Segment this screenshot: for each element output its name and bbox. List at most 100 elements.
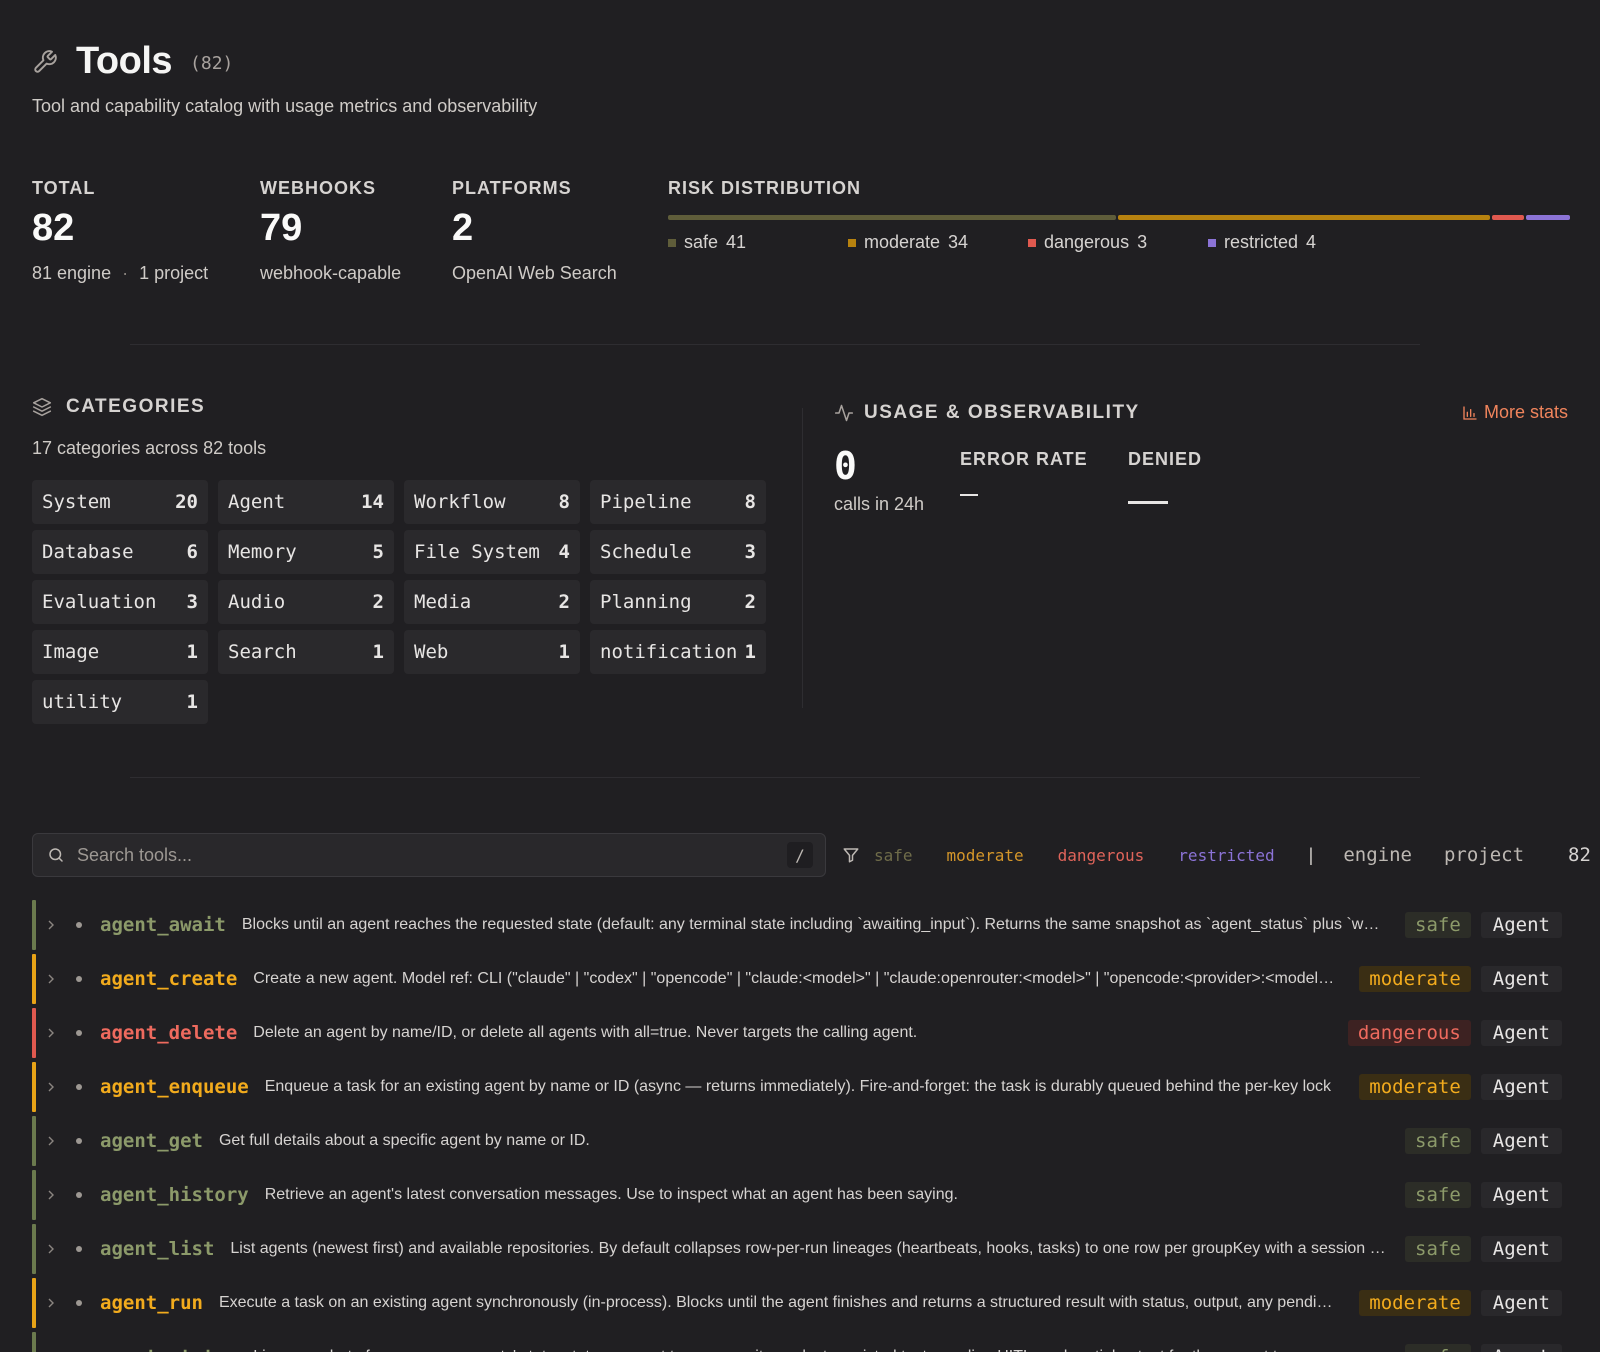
- filter-moderate[interactable]: moderate: [947, 846, 1024, 865]
- tool-row[interactable]: agent_enqueue Enqueue a task for an exist…: [32, 1060, 1568, 1114]
- category-count: 1: [558, 641, 570, 663]
- tool-row[interactable]: agent_create Create a new agent. Model re…: [32, 952, 1568, 1006]
- legend-label: restricted: [1224, 232, 1299, 252]
- search-box[interactable]: /: [32, 833, 826, 877]
- tool-name[interactable]: agent_enqueue: [100, 1076, 249, 1098]
- category-name: Workflow: [414, 491, 506, 513]
- chevron-right-icon[interactable]: [46, 1244, 56, 1254]
- more-stats-link[interactable]: More stats: [1462, 402, 1568, 423]
- category-count: 1: [186, 691, 198, 713]
- filter-dangerous[interactable]: dangerous: [1058, 846, 1145, 865]
- usage-header: USAGE & OBSERVABILITY: [834, 402, 1140, 424]
- chevron-right-icon[interactable]: [46, 1028, 56, 1038]
- legend-count: 3: [1137, 232, 1148, 252]
- tool-name[interactable]: agent_create: [100, 968, 237, 990]
- risk-indicator: [32, 954, 36, 1004]
- tool-name[interactable]: agent_await: [100, 914, 226, 936]
- risk-legend: safe 41 moderate 34 dangerous 3 restricted 4: [668, 232, 1570, 262]
- category-badge: Agent: [1480, 1182, 1562, 1208]
- category-count: 1: [186, 641, 198, 663]
- filter-safe[interactable]: safe: [874, 846, 913, 865]
- categories-subtitle: 17 categories across 82 tools: [32, 438, 267, 458]
- category-name: Media: [414, 591, 472, 613]
- category-chip[interactable]: Pipeline 8: [590, 480, 766, 524]
- filtered-count: 82: [1568, 844, 1591, 866]
- category-name: Memory: [228, 541, 297, 563]
- status-dot: [76, 1138, 82, 1144]
- category-count: 1: [372, 641, 384, 663]
- filter-bar: safe moderate dangerous restricted | engine pr…: [842, 840, 1591, 870]
- tool-name[interactable]: agent_run: [100, 1292, 203, 1314]
- stat-webhooks: WEBHOOKS 79 webhook-capable: [260, 178, 401, 284]
- chevron-right-icon[interactable]: [46, 1136, 56, 1146]
- legend-count: 34: [948, 232, 969, 252]
- tool-name[interactable]: agent_list: [100, 1238, 214, 1260]
- chevron-right-icon[interactable]: [46, 1082, 56, 1092]
- tool-row[interactable]: agent_list List agents (newest first) and…: [32, 1222, 1568, 1276]
- category-chip[interactable]: utility 1: [32, 680, 208, 724]
- category-chip[interactable]: Search 1: [218, 630, 394, 674]
- tool-row[interactable]: agent_await Blocks until an agent reaches…: [32, 898, 1568, 952]
- status-dot: [76, 1300, 82, 1306]
- stat-total: TOTAL 82 81 engine · 1 project: [32, 178, 208, 284]
- chevron-right-icon[interactable]: [46, 1298, 56, 1308]
- chevron-right-icon[interactable]: [46, 1190, 56, 1200]
- tool-count: (82): [190, 53, 234, 74]
- tool-description: Retrieve an agent's latest conversation …: [264, 1186, 958, 1203]
- category-badge: Agent: [1480, 1020, 1562, 1046]
- filter-engine[interactable]: engine: [1343, 844, 1412, 866]
- category-chip[interactable]: Web 1: [404, 630, 580, 674]
- category-chip[interactable]: Evaluation 3: [32, 580, 208, 624]
- tool-description: List agents (newest first) and available…: [230, 1240, 1388, 1257]
- risk-legend-safe: safe 41: [668, 232, 746, 253]
- risk-indicator: [32, 1332, 36, 1352]
- category-chip[interactable]: Planning 2: [590, 580, 766, 624]
- tool-row[interactable]: agent_get Get full details about a specif…: [32, 1114, 1568, 1168]
- category-chip[interactable]: Schedule 3: [590, 530, 766, 574]
- risk-bar: [668, 215, 1570, 220]
- category-name: Schedule: [600, 541, 692, 563]
- categories-title: CATEGORIES: [66, 396, 206, 417]
- category-name: Audio: [228, 591, 286, 613]
- category-name: notification: [600, 641, 738, 663]
- category-chip[interactable]: Workflow 8: [404, 480, 580, 524]
- filter-restricted[interactable]: restricted: [1178, 846, 1274, 865]
- tool-list: agent_await Blocks until an agent reaches…: [32, 898, 1568, 1352]
- category-chip[interactable]: notification 1: [590, 630, 766, 674]
- tool-name[interactable]: agent_status: [100, 1346, 237, 1352]
- category-chip[interactable]: Media 2: [404, 580, 580, 624]
- chevron-right-icon[interactable]: [46, 974, 56, 984]
- search-input[interactable]: [77, 844, 787, 866]
- tool-row[interactable]: agent_delete Delete an agent by name/ID, …: [32, 1006, 1568, 1060]
- category-chip[interactable]: Agent 14: [218, 480, 394, 524]
- tool-row[interactable]: agent_history Retrieve an agent's latest …: [32, 1168, 1568, 1222]
- tool-name[interactable]: agent_delete: [100, 1022, 237, 1044]
- category-count: 4: [558, 541, 570, 563]
- tool-description: Blocks until an agent reaches the reques…: [241, 916, 1387, 933]
- category-count: 5: [372, 541, 384, 563]
- page-title: Tools: [76, 40, 173, 82]
- legend-label: safe: [684, 232, 719, 252]
- tool-name[interactable]: agent_get: [100, 1130, 203, 1152]
- category-count: 6: [186, 541, 198, 563]
- risk-label: RISK DISTRIBUTION: [668, 178, 862, 198]
- more-stats-label: More stats: [1483, 402, 1568, 422]
- risk-badge: dangerous: [1347, 1020, 1471, 1046]
- denied-empty: [1128, 501, 1168, 504]
- chevron-right-icon[interactable]: [46, 920, 56, 930]
- section-divider: [130, 777, 1420, 778]
- filter-separator: |: [1308, 844, 1314, 865]
- category-name: Agent: [228, 491, 286, 513]
- category-chip[interactable]: Database 6: [32, 530, 208, 574]
- category-chip[interactable]: Image 1: [32, 630, 208, 674]
- category-chip[interactable]: File System 4: [404, 530, 580, 574]
- category-chip[interactable]: System 20: [32, 480, 208, 524]
- tool-name[interactable]: agent_history: [100, 1184, 249, 1206]
- filter-project[interactable]: project: [1444, 844, 1524, 866]
- stat-value: 79: [260, 207, 303, 249]
- category-chip[interactable]: Memory 5: [218, 530, 394, 574]
- tool-row[interactable]: agent_status Live snapshot of one or more…: [32, 1330, 1568, 1352]
- calls-label: calls in 24h: [834, 494, 925, 514]
- tool-row[interactable]: agent_run Execute a task on an existing a…: [32, 1276, 1568, 1330]
- category-chip[interactable]: Audio 2: [218, 580, 394, 624]
